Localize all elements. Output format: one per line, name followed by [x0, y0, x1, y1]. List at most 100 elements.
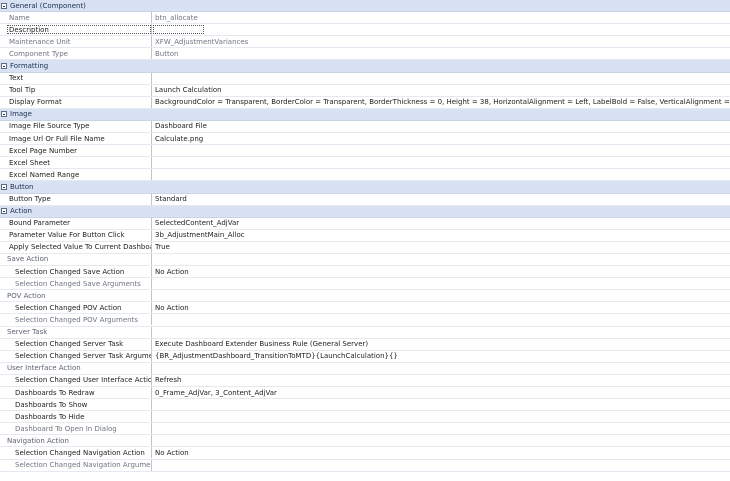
- property-row-excel-sheet[interactable]: Excel Sheet: [0, 157, 730, 170]
- property-label: Selection Changed Navigation Arguments: [0, 459, 152, 471]
- property-grid: General (Component) Name btn_allocate De…: [0, 0, 730, 472]
- property-row-navigation-action[interactable]: Selection Changed Navigation Action No A…: [0, 447, 730, 460]
- section-label: Formatting: [10, 61, 49, 70]
- property-row-dashboard-open-in-dialog[interactable]: Dashboard To Open In Dialog: [0, 423, 730, 436]
- property-row-apply-selected-value[interactable]: Apply Selected Value To Current Dashboar…: [0, 241, 730, 254]
- group-label: Save Action: [0, 253, 152, 265]
- property-value[interactable]: True: [152, 242, 730, 253]
- property-row-component-type[interactable]: Component Type Button: [0, 48, 730, 61]
- property-value[interactable]: XFW_AdjustmentVariances: [152, 36, 730, 47]
- property-label: Description: [6, 24, 152, 36]
- property-row-save-action[interactable]: Selection Changed Save Action No Action: [0, 266, 730, 279]
- property-row-name[interactable]: Name btn_allocate: [0, 12, 730, 25]
- property-row-text[interactable]: Text: [0, 72, 730, 85]
- property-value[interactable]: [152, 460, 730, 471]
- section-label: General (Component): [10, 1, 86, 10]
- property-value[interactable]: Dashboard File: [152, 121, 730, 132]
- group-navigation-action: Navigation Action: [0, 435, 730, 448]
- collapse-icon[interactable]: [1, 111, 7, 118]
- property-label: Selection Changed Save Arguments: [0, 278, 152, 290]
- group-label: Navigation Action: [0, 435, 152, 447]
- property-label: Button Type: [0, 193, 152, 205]
- property-row-dashboards-to-redraw[interactable]: Dashboards To Redraw 0_Frame_AdjVar, 3_C…: [0, 387, 730, 400]
- property-label: Dashboards To Redraw: [0, 387, 152, 398]
- section-button[interactable]: Button: [0, 181, 730, 194]
- group-label: POV Action: [0, 290, 152, 302]
- property-row-parameter-value[interactable]: Parameter Value For Button Click 3b_Adju…: [0, 229, 730, 242]
- property-value[interactable]: No Action: [152, 447, 730, 458]
- property-row-server-task-arguments[interactable]: Selection Changed Server Task Arguments …: [0, 350, 730, 363]
- property-row-server-task[interactable]: Selection Changed Server Task Execute Da…: [0, 338, 730, 351]
- property-value[interactable]: Standard: [152, 194, 730, 205]
- property-label: Parameter Value For Button Click: [0, 229, 152, 241]
- property-row-pov-arguments[interactable]: Selection Changed POV Arguments: [0, 314, 730, 327]
- property-row-ui-action[interactable]: Selection Changed User Interface Action …: [0, 374, 730, 387]
- property-value[interactable]: No Action: [152, 302, 730, 313]
- property-row-image-source-type[interactable]: Image File Source Type Dashboard File: [0, 120, 730, 134]
- property-value[interactable]: [152, 314, 730, 325]
- property-row-tooltip[interactable]: Tool Tip Launch Calculation: [0, 84, 730, 97]
- property-value[interactable]: Calculate.png: [152, 133, 730, 144]
- property-value[interactable]: 0_Frame_AdjVar, 3_Content_AdjVar: [152, 387, 730, 398]
- property-row-excel-named-range[interactable]: Excel Named Range: [0, 169, 730, 182]
- property-value[interactable]: [152, 411, 730, 422]
- property-label: Dashboards To Hide: [0, 411, 152, 423]
- property-row-image-url[interactable]: Image Url Or Full File Name Calculate.pn…: [0, 133, 730, 146]
- property-row-dashboards-to-show[interactable]: Dashboards To Show: [0, 399, 730, 412]
- property-value[interactable]: [152, 278, 730, 289]
- property-label: Selection Changed POV Action: [0, 302, 152, 314]
- property-value[interactable]: BackgroundColor = Transparent, BorderCol…: [152, 97, 730, 108]
- property-row-display-format[interactable]: Display Format BackgroundColor = Transpa…: [0, 96, 730, 109]
- property-value[interactable]: 3b_AdjustmentMain_Alloc: [152, 230, 730, 241]
- property-row-bound-parameter[interactable]: Bound Parameter SelectedContent_AdjVar: [0, 217, 730, 230]
- property-label: Dashboards To Show: [0, 399, 152, 411]
- property-label: Excel Page Number: [0, 145, 152, 157]
- group-save-action: Save Action: [0, 253, 730, 267]
- section-action[interactable]: Action: [0, 205, 730, 218]
- property-label: Selection Changed User Interface Action: [0, 374, 152, 386]
- property-label: Component Type: [0, 48, 152, 60]
- property-value[interactable]: [152, 145, 730, 156]
- property-row-maintenance-unit[interactable]: Maintenance Unit XFW_AdjustmentVariances: [0, 36, 730, 49]
- collapse-icon[interactable]: [1, 2, 7, 9]
- property-row-dashboards-to-hide[interactable]: Dashboards To Hide: [0, 411, 730, 424]
- property-row-navigation-arguments[interactable]: Selection Changed Navigation Arguments: [0, 459, 730, 472]
- property-value[interactable]: btn_allocate: [152, 12, 730, 23]
- section-formatting[interactable]: Formatting: [0, 60, 730, 73]
- section-image[interactable]: Image: [0, 108, 730, 121]
- group-ui-action: User Interface Action: [0, 362, 730, 375]
- section-general[interactable]: General (Component): [0, 0, 730, 13]
- property-value[interactable]: Execute Dashboard Extender Business Rule…: [152, 339, 730, 350]
- property-value[interactable]: [152, 399, 730, 410]
- property-row-button-type[interactable]: Button Type Standard: [0, 193, 730, 206]
- property-row-excel-page-number[interactable]: Excel Page Number: [0, 145, 730, 158]
- property-label: Selection Changed Server Task Arguments: [0, 350, 152, 362]
- collapse-icon[interactable]: [1, 62, 7, 69]
- property-row-save-arguments[interactable]: Selection Changed Save Arguments: [0, 278, 730, 291]
- property-row-description[interactable]: Description: [0, 24, 730, 37]
- property-label: Selection Changed Save Action: [0, 266, 152, 278]
- property-label: Excel Sheet: [0, 157, 152, 169]
- property-label: Image File Source Type: [0, 120, 152, 132]
- section-label: Button: [10, 182, 34, 191]
- property-value[interactable]: [152, 24, 205, 35]
- property-value[interactable]: SelectedContent_AdjVar: [152, 218, 730, 229]
- property-label: Selection Changed Navigation Action: [0, 447, 152, 459]
- property-value[interactable]: No Action: [152, 266, 730, 277]
- collapse-icon[interactable]: [1, 208, 7, 215]
- collapse-icon[interactable]: [1, 183, 7, 190]
- property-value[interactable]: [152, 157, 730, 168]
- property-label: Image Url Or Full File Name: [0, 133, 152, 145]
- property-value[interactable]: [152, 169, 730, 180]
- property-value[interactable]: Refresh: [152, 375, 730, 386]
- property-label: Text: [0, 72, 152, 84]
- property-row-pov-action[interactable]: Selection Changed POV Action No Action: [0, 302, 730, 315]
- property-value[interactable]: Launch Calculation: [152, 85, 730, 96]
- property-label: Apply Selected Value To Current Dashboar…: [0, 241, 152, 253]
- group-server-task: Server Task: [0, 326, 730, 339]
- property-value[interactable]: Button: [152, 48, 730, 59]
- property-value[interactable]: [152, 423, 730, 434]
- property-label: Maintenance Unit: [0, 36, 152, 48]
- property-value[interactable]: {BR_AdjustmentDashboard_TransitionToMTD}…: [152, 351, 730, 362]
- property-value[interactable]: [152, 73, 730, 84]
